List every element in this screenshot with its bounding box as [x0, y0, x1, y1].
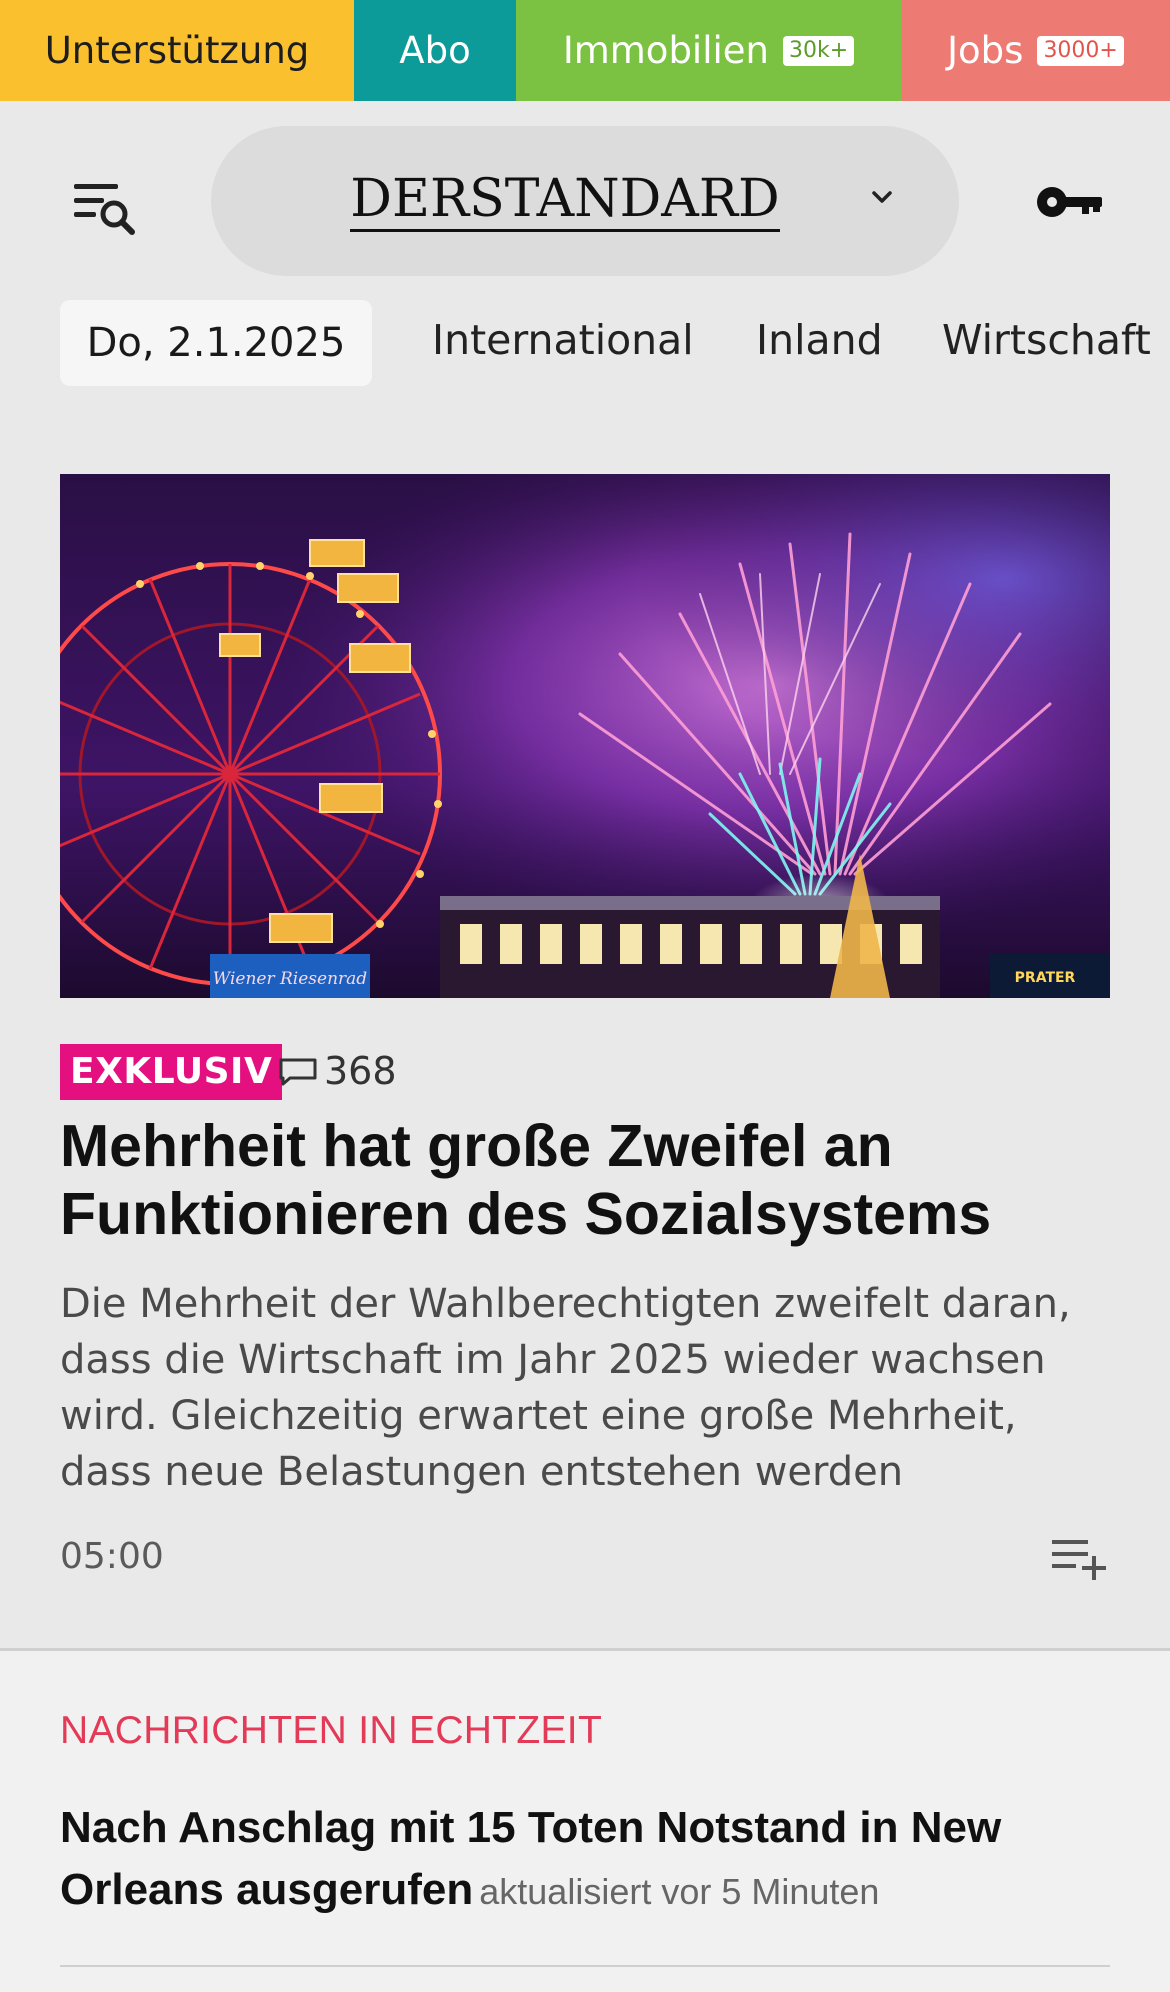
support-link[interactable]: Unterstützung: [0, 0, 354, 101]
jobs-count-badge: 3000+: [1037, 35, 1124, 66]
chevron-down-icon: [872, 191, 892, 203]
nav-item-wirtschaft[interactable]: Wirtschaft: [942, 316, 1151, 364]
list-divider: [60, 1965, 1110, 1967]
realtime-updated: aktualisiert vor 5 Minuten: [479, 1871, 880, 1912]
comment-count: 368: [324, 1049, 397, 1093]
jobs-link[interactable]: Jobs 3000+: [901, 0, 1170, 101]
support-label: Unterstützung: [44, 29, 310, 72]
lead-headline[interactable]: Mehrheit hat große Zweifel an Funktionie…: [60, 1112, 1120, 1248]
lead-article-image[interactable]: Wiener Riesenrad PRATER: [60, 474, 1110, 998]
realtime-item[interactable]: Nach Anschlag mit 15 Toten Notstand in N…: [60, 1797, 1120, 1923]
riesenrad-sign: Wiener Riesenrad: [213, 969, 368, 989]
nav-item-inland[interactable]: Inland: [756, 316, 883, 364]
key-icon: [1037, 187, 1102, 217]
comment-icon: [279, 1058, 317, 1086]
realtime-news-section: NACHRICHTEN IN ECHTZEIT Nach Anschlag mi…: [0, 1651, 1170, 1992]
add-to-list-button[interactable]: [1050, 1534, 1112, 1582]
section-nav: Do, 2.1.2025 International Inland Wirtsc…: [0, 300, 1170, 388]
menu-search-button[interactable]: [72, 178, 138, 238]
jobs-label: Jobs: [947, 29, 1024, 72]
playlist-add-icon: [1052, 1540, 1106, 1580]
menu-search-icon: [74, 184, 135, 235]
service-bar: Unterstützung Abo Immobilien 30k+ Jobs 3…: [0, 0, 1170, 101]
abo-link[interactable]: Abo: [354, 0, 516, 101]
publish-time: 05:00: [60, 1536, 164, 1577]
site-logo: DERSTANDARD: [350, 171, 780, 232]
abo-label: Abo: [399, 29, 471, 72]
login-button[interactable]: [1036, 180, 1106, 224]
immobilien-label: Immobilien: [562, 29, 769, 72]
prater-sign: PRATER: [1015, 970, 1076, 986]
riesenrad-fireworks-image: Wiener Riesenrad PRATER: [60, 474, 1110, 998]
immobilien-link[interactable]: Immobilien 30k+: [516, 0, 901, 101]
immobilien-count-badge: 30k+: [783, 35, 855, 66]
comments-link[interactable]: 368: [278, 1046, 397, 1096]
realtime-label: NACHRICHTEN IN ECHTZEIT: [60, 1709, 603, 1752]
exklusiv-badge: EXKLUSIV: [60, 1044, 283, 1100]
logo-edition-switcher[interactable]: DERSTANDARD: [211, 126, 959, 276]
date-chip[interactable]: Do, 2.1.2025: [60, 300, 372, 386]
lead-teaser: Die Mehrheit der Wahlberechtigten zweife…: [60, 1281, 1071, 1495]
nav-item-international[interactable]: International: [432, 316, 694, 364]
